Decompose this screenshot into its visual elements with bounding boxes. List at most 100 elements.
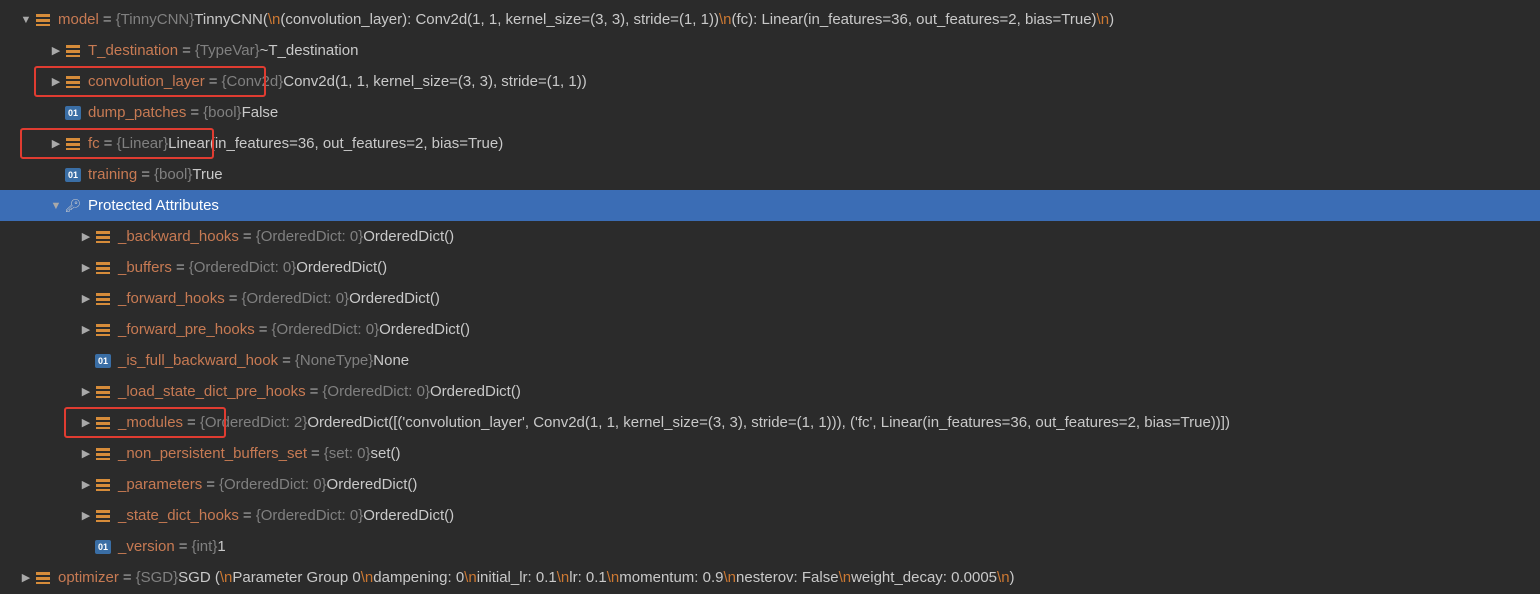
expand-icon[interactable]: ▶ — [48, 75, 64, 88]
variable-type: {SGD} — [136, 569, 179, 586]
variable-name: T_destination — [88, 42, 178, 59]
value-text: 1 — [217, 538, 225, 555]
variable-name: optimizer — [58, 569, 119, 586]
expand-icon[interactable]: ▶ — [48, 44, 64, 57]
expand-icon[interactable]: ▶ — [78, 323, 94, 336]
escape-sequence: \n — [607, 569, 620, 586]
tree-row-_forward_pre_hooks[interactable]: ▶_forward_pre_hooks={OrderedDict: 0} Ord… — [0, 314, 1540, 345]
expand-icon[interactable]: ▶ — [78, 385, 94, 398]
object-icon — [94, 291, 112, 307]
object-icon — [94, 229, 112, 245]
tree-row-_backward_hooks[interactable]: ▶_backward_hooks={OrderedDict: 0} Ordere… — [0, 221, 1540, 252]
escape-sequence: \n — [220, 569, 233, 586]
value-text: momentum: 0.9 — [619, 569, 723, 586]
expand-icon[interactable]: ▶ — [48, 137, 64, 150]
tree-row-training[interactable]: 01training={bool} True — [0, 159, 1540, 190]
value-text: OrderedDict() — [363, 228, 454, 245]
primitive-icon: 01 — [64, 167, 82, 183]
expand-icon[interactable]: ▶ — [78, 478, 94, 491]
escape-sequence: \n — [839, 569, 852, 586]
tree-row-_state_dict_hooks[interactable]: ▶_state_dict_hooks={OrderedDict: 0} Orde… — [0, 500, 1540, 531]
value-text: lr: 0.1 — [569, 569, 607, 586]
variables-tree[interactable]: ▼model={TinnyCNN} TinnyCNN(\n (convoluti… — [0, 0, 1540, 593]
variable-type: {NoneType} — [295, 352, 373, 369]
object-icon — [94, 415, 112, 431]
tree-row-convolution_layer[interactable]: ▶convolution_layer={Conv2d} Conv2d(1, 1,… — [0, 66, 1540, 97]
variable-type: {Linear} — [116, 135, 168, 152]
variable-type: {OrderedDict: 0} — [322, 383, 430, 400]
key-icon: 🔑︎ — [64, 198, 82, 214]
tree-row-_load_state_dict_pre_hooks[interactable]: ▶_load_state_dict_pre_hooks={OrderedDict… — [0, 376, 1540, 407]
group-label: Protected Attributes — [88, 197, 219, 214]
tree-row-_modules[interactable]: ▶_modules={OrderedDict: 2} OrderedDict([… — [0, 407, 1540, 438]
primitive-icon: 01 — [64, 105, 82, 121]
escape-sequence: \n — [464, 569, 477, 586]
value-text: OrderedDict() — [379, 321, 470, 338]
object-icon — [34, 12, 52, 28]
value-text: SGD ( — [178, 569, 220, 586]
object-icon — [64, 74, 82, 90]
tree-row-dump_patches[interactable]: 01dump_patches={bool} False — [0, 97, 1540, 128]
value-text: OrderedDict() — [327, 476, 418, 493]
tree-row-group[interactable]: ▼🔑︎ Protected Attributes — [0, 190, 1540, 221]
variable-name: _load_state_dict_pre_hooks — [118, 383, 306, 400]
value-text: OrderedDict() — [363, 507, 454, 524]
value-text: dampening: 0 — [373, 569, 464, 586]
variable-type: {bool} — [154, 166, 192, 183]
value-text: ) — [1010, 569, 1015, 586]
value-text: initial_lr: 0.1 — [477, 569, 557, 586]
escape-sequence: \n — [997, 569, 1010, 586]
object-icon — [64, 136, 82, 152]
escape-sequence: \n — [557, 569, 570, 586]
value-text: OrderedDict() — [349, 290, 440, 307]
value-text: nesterov: False — [736, 569, 839, 586]
expand-icon[interactable]: ▶ — [78, 292, 94, 305]
object-icon — [94, 322, 112, 338]
value-text: Parameter Group 0 — [232, 569, 360, 586]
value-text: (fc): Linear(in_features=36, out_feature… — [731, 11, 1096, 28]
collapse-icon[interactable]: ▼ — [48, 200, 64, 212]
variable-type: {set: 0} — [324, 445, 371, 462]
variable-name: dump_patches — [88, 104, 186, 121]
value-text: True — [192, 166, 222, 183]
object-icon — [94, 477, 112, 493]
expand-icon[interactable]: ▶ — [78, 261, 94, 274]
expand-icon[interactable]: ▶ — [18, 571, 34, 584]
value-text: OrderedDict([('convolution_layer', Conv2… — [307, 414, 1230, 431]
variable-name: fc — [88, 135, 100, 152]
primitive-icon: 01 — [94, 353, 112, 369]
tree-row-_non_persistent_buffers_set[interactable]: ▶_non_persistent_buffers_set={set: 0} se… — [0, 438, 1540, 469]
tree-row-fc[interactable]: ▶fc={Linear} Linear(in_features=36, out_… — [0, 128, 1540, 159]
variable-type: {bool} — [203, 104, 241, 121]
variable-type: {TinnyCNN} — [116, 11, 195, 28]
expand-icon[interactable]: ▶ — [78, 447, 94, 460]
tree-row-_parameters[interactable]: ▶_parameters={OrderedDict: 0} OrderedDic… — [0, 469, 1540, 500]
tree-row-_forward_hooks[interactable]: ▶_forward_hooks={OrderedDict: 0} Ordered… — [0, 283, 1540, 314]
value-text: OrderedDict() — [430, 383, 521, 400]
value-text: TinnyCNN( — [194, 11, 268, 28]
variable-name: _is_full_backward_hook — [118, 352, 278, 369]
variable-type: {OrderedDict: 0} — [242, 290, 350, 307]
tree-row-_is_full_backward_hook[interactable]: 01_is_full_backward_hook={NoneType} None — [0, 345, 1540, 376]
expand-icon[interactable]: ▶ — [78, 509, 94, 522]
collapse-icon[interactable]: ▼ — [18, 14, 34, 26]
object-icon — [94, 508, 112, 524]
variable-type: {Conv2d} — [222, 73, 284, 90]
tree-row-_buffers[interactable]: ▶_buffers={OrderedDict: 0} OrderedDict() — [0, 252, 1540, 283]
tree-row-T_destination[interactable]: ▶T_destination={TypeVar} ~T_destination — [0, 35, 1540, 66]
tree-row-model[interactable]: ▼model={TinnyCNN} TinnyCNN(\n (convoluti… — [0, 4, 1540, 35]
value-text: (convolution_layer): Conv2d(1, 1, kernel… — [280, 11, 719, 28]
expand-icon[interactable]: ▶ — [78, 416, 94, 429]
variable-name: model — [58, 11, 99, 28]
value-text: set() — [371, 445, 401, 462]
variable-name: _forward_hooks — [118, 290, 225, 307]
value-text: weight_decay: 0.0005 — [851, 569, 997, 586]
variable-name: _modules — [118, 414, 183, 431]
variable-name: training — [88, 166, 137, 183]
object-icon — [34, 570, 52, 586]
variable-name: _version — [118, 538, 175, 555]
primitive-icon: 01 — [94, 539, 112, 555]
expand-icon[interactable]: ▶ — [78, 230, 94, 243]
tree-row-_version[interactable]: 01_version={int} 1 — [0, 531, 1540, 562]
tree-row-optimizer[interactable]: ▶optimizer={SGD} SGD (\nParameter Group … — [0, 562, 1540, 593]
